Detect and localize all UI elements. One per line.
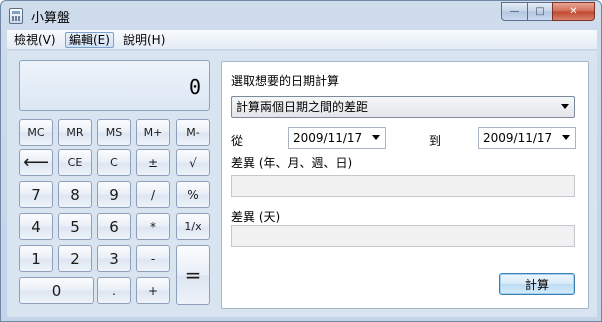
from-label: 從 [231,134,244,148]
key-5[interactable]: 5 [58,213,92,240]
calculate-button[interactable]: 計算 [499,273,575,295]
key-backspace[interactable]: ⟵ [19,149,53,176]
difference-days-output [231,225,575,247]
minimize-button[interactable]: — [501,2,527,21]
key-multiply[interactable]: * [136,213,170,240]
key-m-minus[interactable]: M- [176,119,210,146]
key-divide[interactable]: / [136,181,170,208]
key-subtract[interactable]: - [136,245,170,272]
key-equals[interactable]: = [176,245,210,305]
calculation-mode-value: 計算兩個日期之間的差距 [236,100,369,114]
menu-help[interactable]: 說明(H) [120,32,168,48]
to-date-value: 2009/11/17 [483,131,553,145]
from-date-picker[interactable]: 2009/11/17 [288,127,386,149]
maximize-button[interactable]: □ [527,2,552,21]
client-area: 0 MC MR MS M+ M- ⟵ CE C ± √ 7 8 9 / % 4 … [7,51,597,317]
key-mr[interactable]: MR [58,119,92,146]
window-title: 小算盤 [31,11,71,26]
key-decimal[interactable]: . [97,277,131,304]
key-3[interactable]: 3 [97,245,131,272]
from-date-value: 2009/11/17 [293,131,363,145]
key-mc[interactable]: MC [19,119,53,146]
key-m-plus[interactable]: M+ [136,119,170,146]
close-icon: ✕ [569,6,578,17]
menu-bar: 檢視(V) 編輯(E) 說明(H) [7,30,597,50]
display-value: 0 [188,75,201,99]
calculator-app-icon [9,8,23,24]
key-add[interactable]: + [136,277,170,304]
key-plus-minus[interactable]: ± [136,149,170,176]
menu-view[interactable]: 檢視(V) [11,32,59,48]
chevron-down-icon [561,104,569,109]
difference-output [231,175,575,197]
close-button[interactable]: ✕ [552,2,595,21]
key-6[interactable]: 6 [97,213,131,240]
difference-label: 差異 (年、月、週、日) [231,156,353,170]
menu-edit[interactable]: 編輯(E) [65,32,114,48]
date-calculation-panel: 選取想要的日期計算 計算兩個日期之間的差距 從 2009/11/17 到 200… [221,61,589,309]
key-sqrt[interactable]: √ [176,149,210,176]
key-0[interactable]: 0 [19,277,94,304]
difference-days-label: 差異 (天) [231,210,281,224]
maximize-icon: □ [535,6,545,17]
key-7[interactable]: 7 [19,181,53,208]
to-label: 到 [429,134,442,148]
key-9[interactable]: 9 [97,181,131,208]
key-ms[interactable]: MS [97,119,131,146]
panel-heading: 選取想要的日期計算 [231,74,340,88]
key-percent[interactable]: % [176,181,210,208]
chevron-down-icon [372,135,380,140]
key-4[interactable]: 4 [19,213,53,240]
backspace-icon: ⟵ [23,151,49,173]
calculator-display: 0 [19,60,210,111]
to-date-picker[interactable]: 2009/11/17 [478,127,576,149]
key-8[interactable]: 8 [58,181,92,208]
minimize-icon: — [509,6,520,17]
title-bar[interactable]: 小算盤 — □ ✕ [1,1,601,29]
key-reciprocal[interactable]: 1/x [176,213,210,240]
calculation-mode-select[interactable]: 計算兩個日期之間的差距 [231,96,575,118]
calculator-window: 小算盤 — □ ✕ 檢視(V) 編輯(E) 說明(H) 0 MC MR MS M… [0,0,602,322]
key-2[interactable]: 2 [58,245,92,272]
window-controls: — □ ✕ [501,2,595,21]
chevron-down-icon [562,135,570,140]
key-c[interactable]: C [97,149,131,176]
key-1[interactable]: 1 [19,245,53,272]
key-ce[interactable]: CE [58,149,92,176]
